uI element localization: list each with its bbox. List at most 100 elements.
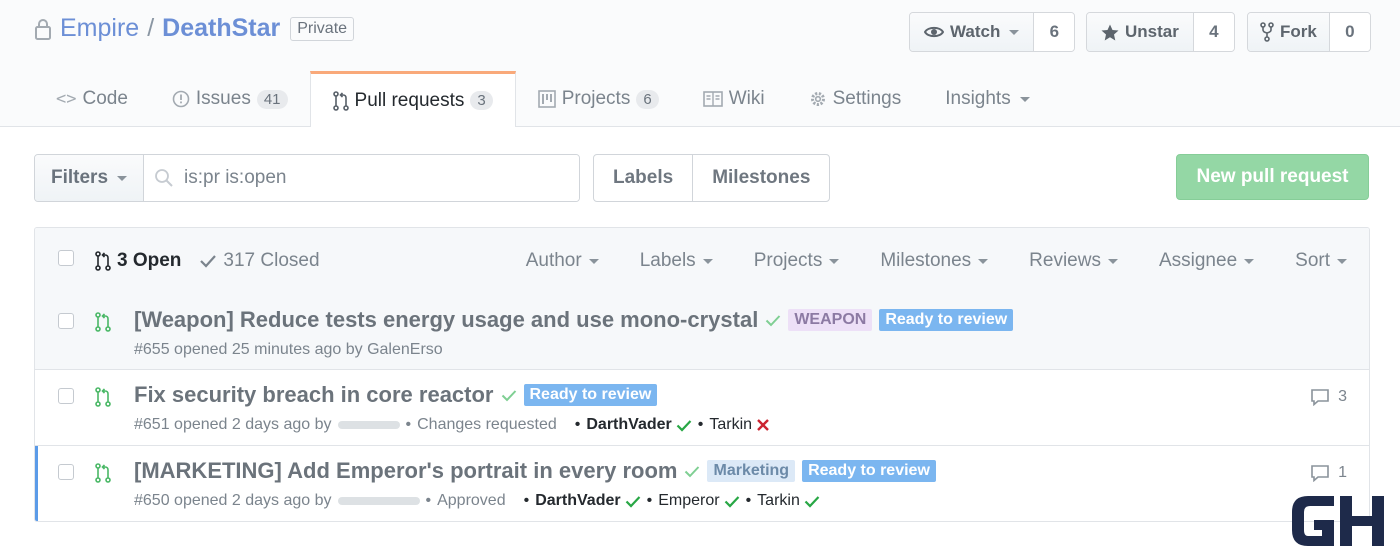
chevron-down-icon: [588, 258, 599, 264]
tab-code[interactable]: <> Code: [34, 72, 150, 126]
tab-insights[interactable]: Insights: [923, 72, 1051, 126]
comment-count: 1: [1338, 464, 1347, 481]
git-pull-request-icon: [95, 312, 111, 332]
pr-meta-text: #650 opened 2 days ago by: [134, 492, 332, 509]
reviewer-name: Tarkin: [757, 492, 800, 509]
filters-button[interactable]: Filters: [35, 155, 145, 201]
ci-success-check-icon[interactable]: [765, 314, 781, 327]
tab-label: Projects: [561, 88, 631, 109]
redacted-author: [337, 497, 420, 505]
git-pull-request-icon: [95, 463, 111, 483]
pr-title-link[interactable]: [Weapon] Reduce tests energy usage and u…: [134, 307, 758, 333]
open-filter[interactable]: 3 Open: [95, 250, 181, 272]
closed-count: 317 Closed: [223, 250, 320, 271]
fork-button[interactable]: Fork: [1248, 13, 1330, 51]
reviewer[interactable]: DarthVader: [535, 492, 640, 510]
bullet: •: [523, 492, 530, 509]
pr-title-link[interactable]: Fix security breach in core reactor: [134, 382, 494, 408]
labels-filter[interactable]: Labels: [640, 250, 713, 272]
filter-label: Labels: [639, 250, 696, 271]
comment-icon: [1311, 465, 1329, 482]
chevron-down-icon: [978, 258, 989, 264]
projects-filter[interactable]: Projects: [754, 250, 840, 272]
select-all-checkbox[interactable]: [58, 250, 74, 266]
labels-button[interactable]: Labels: [594, 155, 692, 201]
new-pull-request-button[interactable]: New pull request: [1176, 154, 1369, 200]
fork-icon: [1260, 22, 1274, 42]
star-count[interactable]: 4: [1193, 13, 1234, 51]
repo-title: Empire / DeathStar Private: [34, 14, 355, 43]
row-checkbox[interactable]: [58, 313, 74, 329]
ci-success-check-icon[interactable]: [501, 389, 517, 402]
fork-count[interactable]: 0: [1329, 13, 1370, 51]
pr-meta: #655 opened 25 minutes ago by GalenErso: [134, 341, 443, 359]
pr-title-link[interactable]: [MARKETING] Add Emperor's portrait in ev…: [134, 458, 677, 484]
label-ready-to-review[interactable]: Ready to review: [523, 384, 658, 406]
reviewer-name: DarthVader: [586, 416, 672, 433]
comments-link[interactable]: 3: [1310, 388, 1347, 406]
tab-issues[interactable]: Issues 41: [150, 72, 310, 126]
pr-title-line: [Weapon] Reduce tests energy usage and u…: [134, 307, 1014, 333]
reviews-filter[interactable]: Reviews: [1029, 250, 1118, 272]
unstar-label: Unstar: [1125, 22, 1179, 41]
bullet: •: [697, 416, 704, 433]
pr-meta: #650 opened 2 days ago by • Approved • D…: [134, 492, 820, 510]
pr-title-line: [MARKETING] Add Emperor's portrait in ev…: [134, 458, 936, 484]
label-ready-to-review[interactable]: Ready to review: [879, 309, 1014, 331]
reviewer[interactable]: Emperor: [658, 492, 739, 510]
pull-request-row: Fix security breach in core reactor Read…: [35, 370, 1369, 446]
unstar-button[interactable]: Unstar: [1087, 13, 1194, 51]
bullet: •: [574, 416, 581, 433]
row-checkbox[interactable]: [58, 388, 74, 404]
tab-pull-requests[interactable]: Pull requests 3: [309, 71, 516, 127]
label-weapon[interactable]: WEAPON: [788, 309, 873, 331]
label-marketing[interactable]: Marketing: [707, 460, 796, 482]
closed-filter[interactable]: 317 Closed: [199, 250, 320, 272]
chevron-down-icon: [117, 175, 128, 181]
milestones-filter[interactable]: Milestones: [880, 250, 989, 272]
chevron-down-icon: [1107, 258, 1118, 264]
milestones-button[interactable]: Milestones: [692, 155, 829, 201]
pull-request-row: [Weapon] Reduce tests energy usage and u…: [35, 295, 1369, 370]
approved-check-icon: [804, 495, 820, 508]
tab-settings[interactable]: Settings: [787, 72, 924, 126]
reviewer[interactable]: DarthVader: [586, 416, 692, 434]
code-icon: <>: [56, 89, 77, 109]
row-checkbox[interactable]: [58, 464, 74, 480]
filter-label: Milestones: [880, 250, 972, 271]
comment-count: 3: [1338, 388, 1347, 405]
repo-owner-link[interactable]: Empire: [60, 14, 139, 43]
watch-button[interactable]: Watch: [910, 13, 1035, 51]
reviewer[interactable]: Tarkin: [709, 416, 770, 434]
bullet: •: [646, 492, 653, 509]
project-icon: [537, 90, 556, 108]
tab-projects[interactable]: Projects 6: [516, 72, 681, 126]
pr-meta: #651 opened 2 days ago by • Changes requ…: [134, 416, 770, 434]
filter-label: Projects: [753, 250, 823, 271]
gear-icon: [810, 92, 825, 106]
filter-label: Reviews: [1029, 250, 1101, 271]
reviewer[interactable]: Tarkin: [757, 492, 820, 510]
filter-label: Assignee: [1158, 250, 1238, 271]
tab-label: Issues: [195, 88, 251, 109]
assignee-filter[interactable]: Assignee: [1158, 250, 1255, 272]
sort-filter[interactable]: Sort: [1295, 250, 1347, 272]
chevron-down-icon: [1019, 96, 1030, 102]
search-query: is:pr is:open: [184, 167, 287, 188]
tab-wiki[interactable]: Wiki: [681, 72, 787, 126]
review-status: Changes requested: [417, 416, 557, 433]
list-header: 3 Open 317 Closed Author Labels Projects…: [35, 228, 1369, 296]
ci-success-check-icon[interactable]: [684, 465, 700, 478]
author-filter[interactable]: Author: [526, 250, 599, 272]
label-ready-to-review[interactable]: Ready to review: [802, 460, 936, 482]
filter-label: Sort: [1295, 250, 1330, 271]
tab-label: Code: [82, 88, 128, 109]
eye-icon: [924, 26, 944, 38]
search-input[interactable]: is:pr is:open: [144, 155, 579, 201]
pr-meta-text: #655 opened 25 minutes ago by GalenErso: [134, 341, 443, 358]
filters-search-group: Filters is:pr is:open: [34, 154, 580, 202]
watch-count[interactable]: 6: [1034, 13, 1075, 51]
repo-name-link[interactable]: DeathStar: [162, 14, 280, 43]
comments-link[interactable]: 1: [1310, 464, 1347, 482]
search-icon: [155, 169, 173, 187]
